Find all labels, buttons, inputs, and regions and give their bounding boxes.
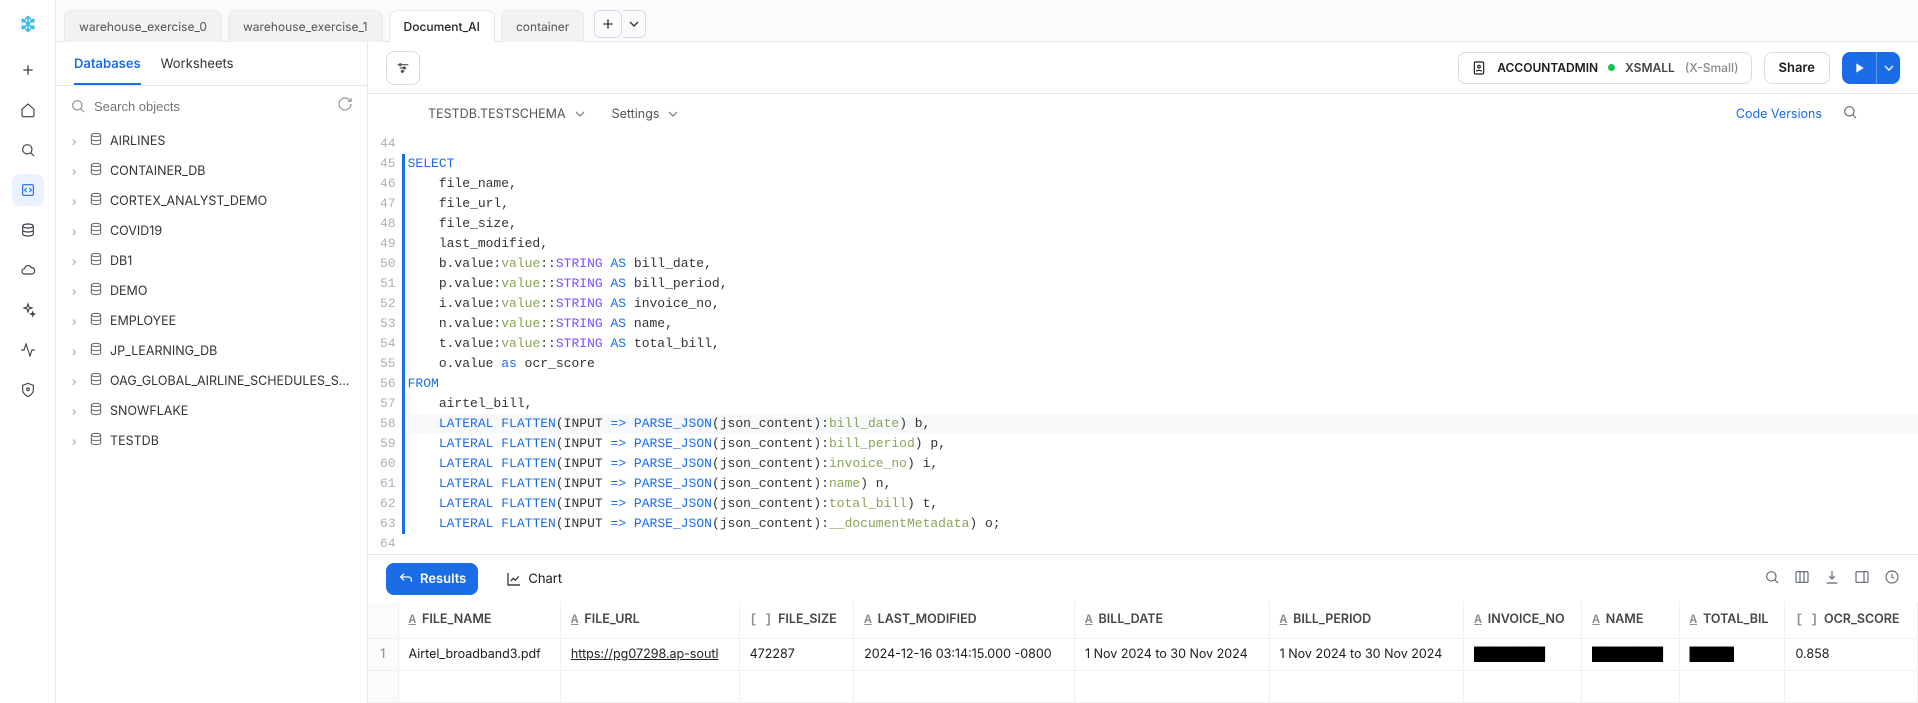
- column-header[interactable]: [ ]FILE_SIZE: [739, 602, 854, 638]
- tab-document-ai[interactable]: Document_AI: [389, 10, 495, 42]
- filter-button[interactable]: [386, 51, 420, 85]
- tab-warehouse-exercise-1[interactable]: warehouse_exercise_1: [228, 10, 383, 42]
- chart-label: Chart: [528, 571, 562, 587]
- column-header[interactable]: AFILE_URL: [560, 602, 739, 638]
- results-tab[interactable]: Results: [386, 563, 478, 595]
- snowflake-logo: [14, 10, 42, 38]
- search-input[interactable]: [94, 99, 329, 114]
- tree-item-database[interactable]: ›COVID19: [64, 216, 359, 246]
- results-table: AFILE_NAMEAFILE_URL[ ]FILE_SIZEALAST_MOD…: [368, 602, 1918, 703]
- run-button[interactable]: [1842, 52, 1876, 84]
- results-label: Results: [420, 571, 466, 587]
- role-name: ACCOUNTADMIN: [1497, 60, 1598, 75]
- settings-dropdown[interactable]: Settings: [612, 106, 682, 122]
- search-results-icon[interactable]: [1764, 569, 1780, 589]
- role-warehouse-selector[interactable]: ACCOUNTADMIN XSMALL (X-Small): [1458, 52, 1751, 84]
- tree-item-database[interactable]: ›AIRLINES: [64, 126, 359, 156]
- columns-icon[interactable]: [1794, 569, 1810, 589]
- data-icon[interactable]: [12, 214, 44, 246]
- add-button[interactable]: [12, 54, 44, 86]
- admin-icon[interactable]: [12, 374, 44, 406]
- chart-tab[interactable]: Chart: [494, 563, 574, 595]
- side-tab-databases[interactable]: Databases: [74, 56, 141, 85]
- tree-item-database[interactable]: ›CORTEX_ANALYST_DEMO: [64, 186, 359, 216]
- chevron-down-icon: [572, 106, 588, 122]
- cloud-icon[interactable]: [12, 254, 44, 286]
- tree-item-database[interactable]: ›EMPLOYEE: [64, 306, 359, 336]
- column-header[interactable]: ALAST_MODIFIED: [854, 602, 1075, 638]
- side-tab-worksheets[interactable]: Worksheets: [161, 56, 234, 85]
- return-icon: [398, 571, 414, 587]
- tree-item-database[interactable]: ›TESTDB: [64, 426, 359, 456]
- worksheets-icon[interactable]: [12, 174, 44, 206]
- warehouse-size: (X-Small): [1685, 60, 1739, 75]
- chart-icon: [506, 571, 522, 587]
- code-versions-link[interactable]: Code Versions: [1736, 107, 1822, 122]
- activity-icon[interactable]: [12, 334, 44, 366]
- column-header[interactable]: AINVOICE_NO: [1464, 602, 1582, 638]
- column-header[interactable]: [ ]OCR_SCORE: [1785, 602, 1918, 638]
- search-icon[interactable]: [12, 134, 44, 166]
- search-icon: [70, 98, 86, 114]
- object-explorer: Databases Worksheets ›AIRLINES›CONTAINER…: [56, 42, 368, 703]
- download-icon[interactable]: [1824, 569, 1840, 589]
- tree-item-database[interactable]: ›JP_LEARNING_DB: [64, 336, 359, 366]
- table-row[interactable]: 1Airtel_broadband3.pdfhttps://pg07298.ap…: [368, 638, 1918, 670]
- column-header[interactable]: AFILE_NAME: [398, 602, 560, 638]
- column-header[interactable]: ABILL_DATE: [1075, 602, 1270, 638]
- worksheet-tabs: warehouse_exercise_0 warehouse_exercise_…: [56, 0, 1918, 42]
- tree-item-database[interactable]: ›SNOWFLAKE: [64, 396, 359, 426]
- role-icon: [1471, 60, 1487, 76]
- tab-container[interactable]: container: [501, 10, 584, 42]
- tab-menu-button[interactable]: [622, 10, 646, 38]
- add-tab-button[interactable]: [594, 10, 622, 38]
- tree-item-database[interactable]: ›CONTAINER_DB: [64, 156, 359, 186]
- settings-label: Settings: [612, 107, 660, 122]
- run-menu-button[interactable]: [1876, 52, 1900, 84]
- status-dot: [1608, 64, 1615, 71]
- search-code-icon[interactable]: [1842, 104, 1858, 124]
- column-header[interactable]: ANAME: [1582, 602, 1679, 638]
- context-schema-label: TESTDB.TESTSCHEMA: [428, 107, 566, 122]
- column-header[interactable]: ATOTAL_BIL: [1679, 602, 1785, 638]
- home-icon[interactable]: [12, 94, 44, 126]
- code-editor[interactable]: 4445464748495051525354555657585960616263…: [368, 134, 1918, 554]
- database-tree: ›AIRLINES›CONTAINER_DB›CORTEX_ANALYST_DE…: [56, 126, 367, 703]
- sparkle-icon[interactable]: [12, 294, 44, 326]
- tab-warehouse-exercise-0[interactable]: warehouse_exercise_0: [64, 10, 222, 42]
- refresh-icon[interactable]: [337, 96, 353, 116]
- chevron-down-icon: [665, 106, 681, 122]
- tree-item-database[interactable]: ›OAG_GLOBAL_AIRLINE_SCHEDULES_S...: [64, 366, 359, 396]
- panel-icon[interactable]: [1854, 569, 1870, 589]
- tree-item-database[interactable]: ›DB1: [64, 246, 359, 276]
- context-schema[interactable]: TESTDB.TESTSCHEMA: [428, 106, 588, 122]
- share-button[interactable]: Share: [1764, 52, 1830, 84]
- history-icon[interactable]: [1884, 569, 1900, 589]
- warehouse-name: XSMALL: [1625, 60, 1675, 75]
- nav-rail: [0, 0, 56, 703]
- tree-item-database[interactable]: ›DEMO: [64, 276, 359, 306]
- column-header[interactable]: ABILL_PERIOD: [1269, 602, 1464, 638]
